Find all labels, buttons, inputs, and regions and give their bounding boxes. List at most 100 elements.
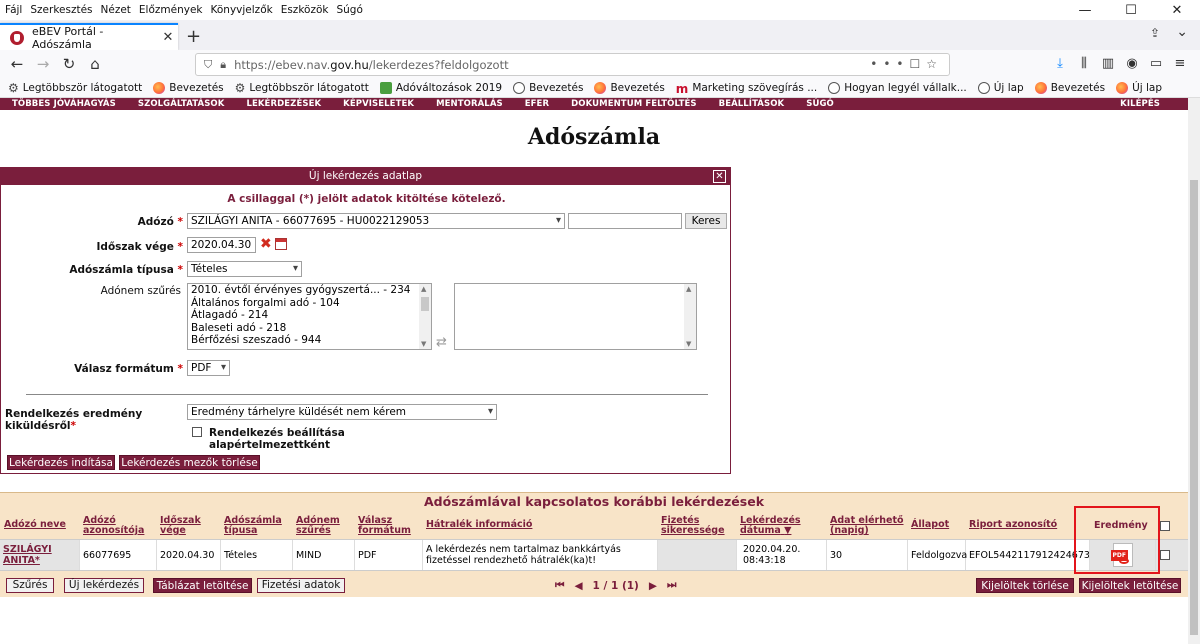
select-all-checkbox[interactable] [1160, 521, 1170, 531]
menu-file[interactable]: Fájl [0, 4, 25, 16]
scrollbar-thumb[interactable] [1190, 180, 1198, 635]
bookmark-item[interactable]: Új lap [977, 81, 1024, 94]
first-page-icon[interactable]: ⏮ [555, 579, 564, 592]
site-nav-item[interactable]: Dokumentum feltöltés [559, 99, 697, 109]
col-tax[interactable]: Adónem szűrés [296, 516, 354, 536]
logout-link[interactable]: Kilépés [1108, 98, 1160, 110]
default-checkbox[interactable] [192, 427, 202, 437]
shield-icon[interactable]: ⛉ [204, 58, 212, 72]
download-table-button[interactable]: Táblázat letöltése [153, 578, 252, 593]
site-nav-item[interactable]: Beállítások [707, 99, 785, 109]
tax-type-listbox[interactable]: 2010. évtől érvényes gyógyszertá... - 23… [187, 283, 432, 350]
menu-bookmarks[interactable]: Könyvjelzők [206, 4, 276, 16]
site-nav-item[interactable]: EFER [513, 99, 549, 109]
delivery-select[interactable]: Eredmény tárhelyre küldését nem kérem [187, 404, 497, 420]
bookmark-item[interactable]: Bevezetés [153, 81, 224, 94]
clear-date-icon[interactable]: ✖ [260, 236, 272, 252]
site-nav-item[interactable]: Képviseletek [331, 99, 414, 109]
clear-fields-button[interactable]: Lekérdezés mezők törlése [119, 455, 260, 470]
account-icon[interactable]: ◉ [1120, 56, 1144, 71]
tab-close-icon[interactable]: ✕ [158, 30, 178, 45]
library-icon[interactable]: ⫼ [1072, 56, 1096, 71]
download-icon[interactable]: ⤓ [1048, 56, 1072, 71]
tax-option[interactable]: Baleseti adó - 218 [188, 322, 431, 335]
menu-edit[interactable]: Szerkesztés [25, 4, 95, 16]
scroll-up-icon[interactable]: ▲ [686, 285, 691, 293]
back-icon[interactable]: ← [4, 55, 30, 73]
selected-tax-listbox[interactable]: ▲ ▼ [454, 283, 697, 350]
bookmark-item[interactable]: Bevezetés [594, 81, 665, 94]
lock-icon[interactable]: 🔒︎ [220, 58, 226, 72]
last-page-icon[interactable]: ⏭ [667, 579, 676, 592]
bookmark-item[interactable]: Bevezetés [513, 81, 583, 94]
next-page-icon[interactable]: ▶ [649, 580, 657, 592]
page-actions[interactable]: •••☐☆ [870, 57, 943, 71]
prev-page-icon[interactable]: ◀ [574, 580, 582, 592]
search-button[interactable]: Keres [685, 213, 727, 229]
bookmark-item[interactable]: Hogyan legyél vállalk... [828, 81, 967, 94]
bookmark-item[interactable]: Bevezetés [1034, 81, 1105, 94]
col-id[interactable]: Adózó azonosítója [83, 516, 155, 536]
col-period[interactable]: Időszak vége [160, 516, 220, 536]
bookmark-item[interactable]: m Marketing szövegírás ... [676, 82, 817, 96]
bookmark-item[interactable]: ⚙ Legtöbbször látogatott [8, 82, 142, 94]
maximize-icon[interactable]: ☐ [1108, 0, 1154, 20]
dialog-close-icon[interactable]: ✕ [713, 170, 726, 183]
scroll-down-icon[interactable]: ▼ [421, 340, 426, 348]
menu-view[interactable]: Nézet [96, 4, 134, 16]
scroll-down-icon[interactable]: ▼ [686, 340, 691, 348]
menu-tools[interactable]: Eszközök [276, 4, 332, 16]
download-selected-button[interactable]: Kijelöltek letöltése [1079, 578, 1181, 593]
tax-option[interactable]: 2010. évtől érvényes gyógyszertá... - 23… [188, 284, 431, 297]
site-nav-item[interactable]: Többes jóváhagyás [0, 99, 116, 109]
filter-button[interactable]: Szűrés [6, 578, 54, 593]
sidebar-icon[interactable]: ▥ [1096, 56, 1120, 71]
col-name[interactable]: Adózó neve [4, 520, 78, 530]
listbox-thumb[interactable] [421, 297, 429, 311]
account-type-select[interactable]: Tételes [187, 261, 302, 277]
col-days[interactable]: Adat elérhető (napig) [830, 516, 908, 536]
minimize-icon[interactable]: — [1062, 0, 1108, 20]
payment-data-button[interactable]: Fizetési adatok [257, 578, 345, 593]
delete-selected-button[interactable]: Kijelöltek törlése [976, 578, 1074, 593]
row-name-link[interactable]: SZILÁGYI ANITA* [0, 540, 80, 570]
tab-list-icon[interactable]: ⌄ [1176, 24, 1188, 40]
swap-arrows-icon[interactable]: ⇄ [436, 335, 447, 350]
col-payment[interactable]: Fizetés sikeressége [661, 516, 737, 536]
calendar-icon[interactable] [275, 238, 287, 250]
forward-icon[interactable]: → [30, 55, 56, 73]
new-query-button[interactable]: Új lekérdezés [64, 578, 144, 593]
screenshot-icon[interactable]: ▭ [1144, 56, 1168, 71]
address-bar[interactable]: ⛉ 🔒︎ https://ebev.nav.gov.hu/lekerdezes?… [195, 53, 950, 76]
bookmark-item[interactable]: Új lap [1116, 81, 1162, 94]
bookmark-item[interactable]: ⚙ Legtöbbször látogatott [235, 82, 369, 94]
row-checkbox[interactable] [1160, 550, 1170, 560]
browser-tab[interactable]: eBEV Portál - Adószámla ✕ [0, 23, 178, 51]
col-status[interactable]: Állapot [911, 520, 967, 530]
start-query-button[interactable]: Lekérdezés indítása [7, 455, 115, 470]
reload-icon[interactable]: ↻ [56, 55, 82, 73]
col-type[interactable]: Adószámla típusa [224, 516, 292, 536]
menu-history[interactable]: Előzmények [134, 4, 206, 16]
site-nav-item[interactable]: Súgó [794, 99, 834, 109]
col-format[interactable]: Válasz formátum [358, 516, 420, 536]
taxpayer-select[interactable]: SZILÁGYI ANITA - 66077695 - HU0022129053 [187, 213, 565, 229]
scroll-up-icon[interactable]: ▲ [421, 285, 426, 293]
bookmark-item[interactable]: Adóváltozások 2019 [379, 81, 502, 94]
period-end-input[interactable]: 2020.04.30 [187, 237, 256, 253]
listbox-scrollbar[interactable]: ▲ ▼ [684, 284, 696, 349]
menu-help[interactable]: Súgó [331, 4, 365, 16]
page-scrollbar[interactable] [1188, 98, 1200, 644]
home-icon[interactable]: ⌂ [82, 55, 108, 73]
site-nav-item[interactable]: Mentorálás [424, 99, 503, 109]
col-date[interactable]: Lekérdezés dátuma ▼ [740, 516, 802, 536]
listbox-scrollbar[interactable]: ▲ ▼ [419, 284, 431, 349]
taxpayer-search-input[interactable] [568, 213, 682, 229]
col-arrears[interactable]: Hátralék információ [426, 520, 626, 530]
site-nav-item[interactable]: Szolgáltatások [126, 99, 225, 109]
new-tab-icon[interactable]: + [186, 26, 201, 47]
site-nav-item[interactable]: Lekérdezések [234, 99, 321, 109]
close-window-icon[interactable]: ✕ [1154, 0, 1200, 20]
col-report[interactable]: Riport azonosító [969, 520, 1069, 530]
tax-option[interactable]: Átlagadó - 214 [188, 309, 431, 322]
